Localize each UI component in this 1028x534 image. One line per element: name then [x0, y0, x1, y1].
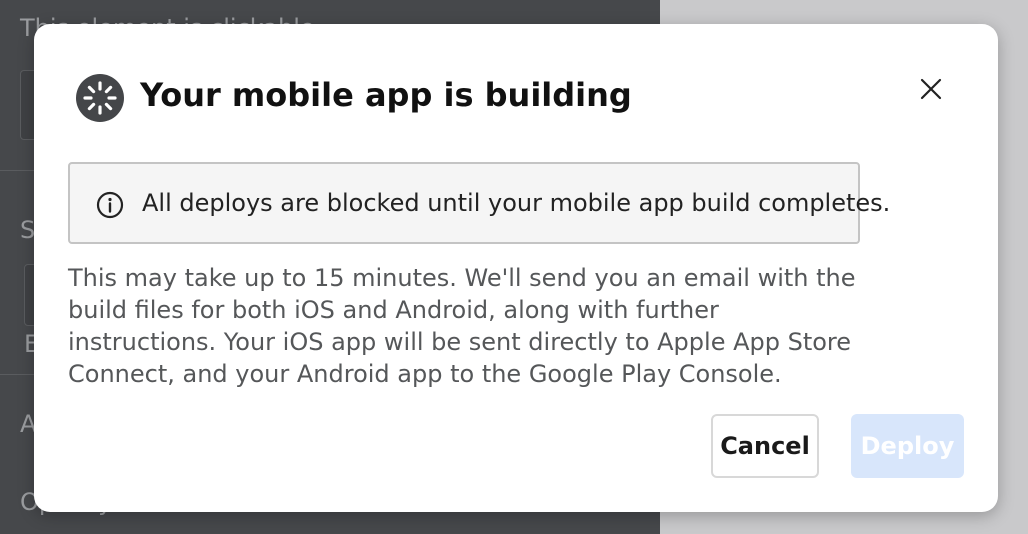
- background-label: S: [20, 216, 36, 244]
- build-modal: Your mobile app is building All deploys …: [34, 24, 998, 512]
- cancel-button[interactable]: Cancel: [711, 414, 819, 478]
- close-icon: [920, 78, 942, 100]
- spinner-icon: [76, 74, 124, 122]
- info-icon: [96, 191, 124, 219]
- modal-description: This may take up to 15 minutes. We'll se…: [68, 264, 856, 388]
- alert-banner: All deploys are blocked until your mobil…: [68, 162, 890, 244]
- modal-title: Your mobile app is building: [140, 76, 632, 114]
- close-button[interactable]: [914, 72, 948, 106]
- deploy-button[interactable]: Deploy: [851, 414, 964, 478]
- alert-message: All deploys are blocked until your mobil…: [142, 189, 891, 217]
